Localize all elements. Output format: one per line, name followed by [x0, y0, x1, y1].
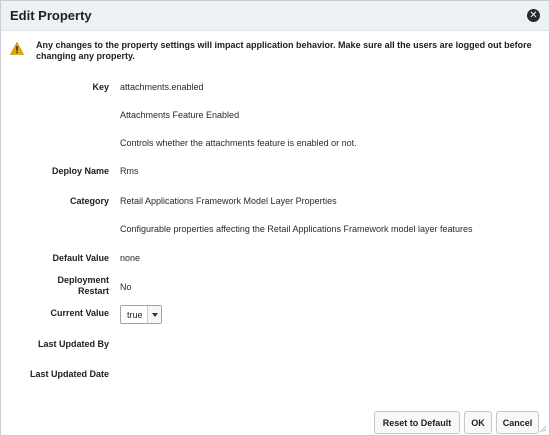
property-name-value: Attachments Feature Enabled — [120, 110, 240, 120]
resize-grip-icon[interactable] — [539, 425, 547, 433]
default-value-label: Default Value — [52, 253, 109, 263]
last-updated-by-label: Last Updated By — [37, 339, 109, 349]
property-description-value: Controls whether the attachments feature… — [120, 138, 357, 148]
current-value-selected: true — [127, 310, 143, 320]
warning-icon — [10, 42, 24, 55]
reset-to-default-button[interactable]: Reset to Default — [374, 411, 460, 434]
ok-button[interactable]: OK — [464, 411, 492, 434]
category-label: Category — [69, 196, 109, 206]
current-value-label: Current Value — [50, 308, 109, 318]
deployment-restart-value: No — [120, 282, 132, 292]
edit-property-dialog: Edit Property ✕ Any changes to the prope… — [0, 0, 550, 436]
close-icon[interactable]: ✕ — [527, 9, 540, 22]
warning-text: Any changes to the property settings wil… — [36, 40, 532, 61]
deploy-name-label: Deploy Name — [51, 166, 109, 176]
default-value-value: none — [120, 253, 141, 263]
dialog-title: Edit Property — [10, 8, 92, 23]
current-value-select[interactable]: true — [120, 305, 162, 324]
last-updated-date-label: Last Updated Date — [29, 369, 109, 379]
warning-message: Any changes to the property settings wil… — [8, 40, 544, 70]
key-label: Key — [92, 82, 109, 92]
category-description-value: Configurable properties affecting the Re… — [120, 224, 473, 234]
category-value: Retail Applications Framework Model Laye… — [120, 196, 337, 206]
deploy-name-value: Rms — [120, 166, 139, 176]
deployment-restart-label: Deployment Restart — [57, 275, 109, 296]
dialog-titlebar[interactable]: Edit Property ✕ — [1, 1, 549, 31]
cancel-button[interactable]: Cancel — [496, 411, 539, 434]
key-value: attachments.enabled — [120, 82, 204, 92]
chevron-down-icon[interactable] — [147, 306, 161, 323]
